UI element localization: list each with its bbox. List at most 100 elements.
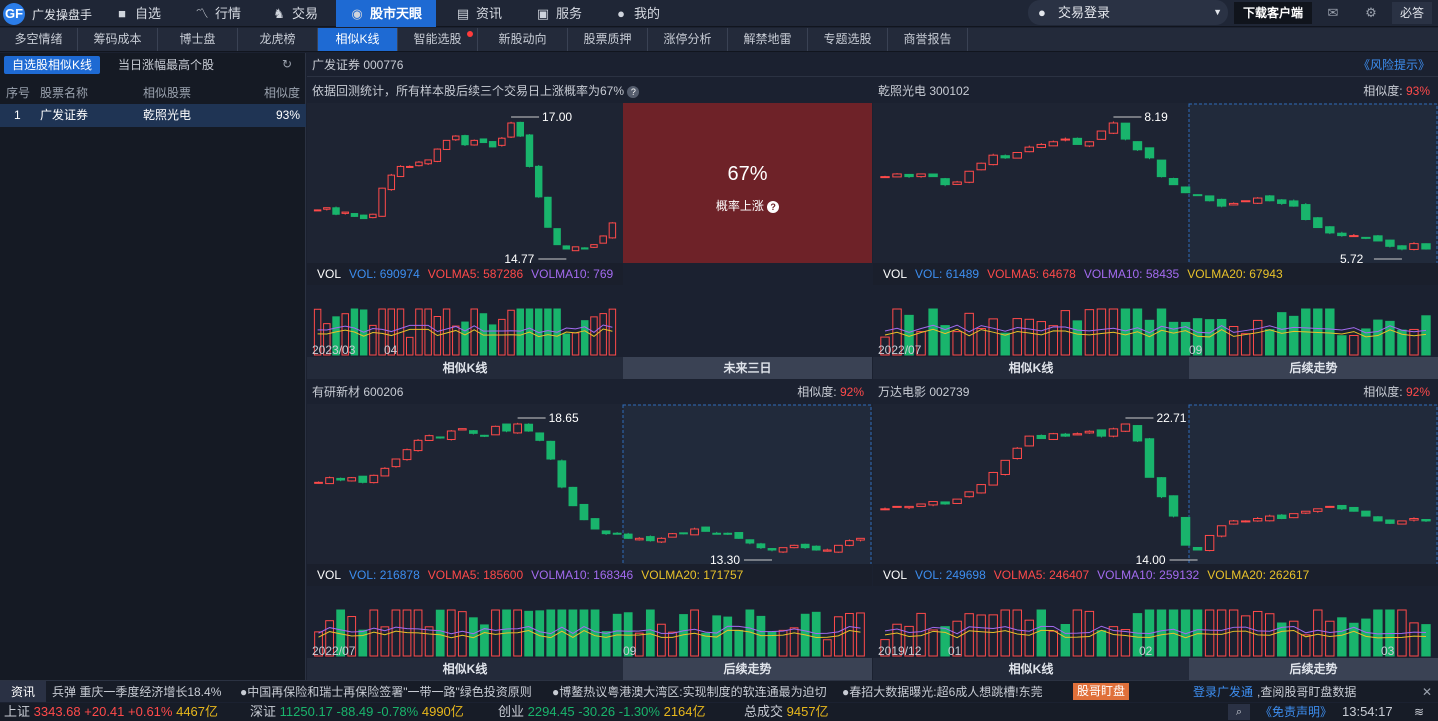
volume-bar xyxy=(856,612,865,657)
panel-footer: 相似K线 后续走势 xyxy=(873,658,1438,680)
volume-bar xyxy=(608,308,617,356)
candle-body xyxy=(1361,236,1371,239)
stock-watch-badge[interactable]: 股哥盯盘 xyxy=(1073,683,1130,700)
candle-body xyxy=(657,537,666,543)
candle-body xyxy=(468,430,478,434)
x-label: 2023/03 xyxy=(312,343,356,357)
footer-after[interactable]: 后续走势 xyxy=(1189,357,1438,379)
x-label: 2022/07 xyxy=(878,343,922,357)
volume-bar xyxy=(1048,630,1059,657)
candle-body xyxy=(904,505,914,509)
top-bar: GF 广发操盘手 ■ 自选 〽行情 ♞ 交易 ◉ 股市天眼 ▤ 资讯 ▣ 服务 ● 我的 ●… xyxy=(0,0,1438,27)
tab-zhiya[interactable]: 股票质押 xyxy=(568,28,648,51)
volume-bar xyxy=(562,333,571,356)
nav-zixuan[interactable]: ■ 自选 xyxy=(115,0,185,27)
nav-zixun[interactable]: ▤ 资讯 xyxy=(456,0,526,27)
news-item[interactable]: 兵弹 重庆一季度经济增长18.4% xyxy=(52,681,221,703)
candle-body xyxy=(856,537,865,541)
candle-body xyxy=(498,137,506,146)
candle-body xyxy=(1277,514,1287,520)
panel-similar-1: 乾照光电 300102 相似度: 93% 8.19 5.72 VOL VOL: 61… xyxy=(873,79,1438,379)
volume-bar xyxy=(488,324,497,356)
candle-body xyxy=(1252,518,1263,522)
candle-body xyxy=(1048,141,1059,147)
candle-body xyxy=(457,428,467,431)
index-sz[interactable]: 深证 11250.17 -88.49 -0.78% 4990亿 xyxy=(250,703,464,721)
footer-similar[interactable]: 相似K线 xyxy=(873,357,1189,379)
footer-similar[interactable]: 相似K线 xyxy=(307,658,623,680)
candle-body xyxy=(581,247,589,250)
candle-body xyxy=(1120,122,1131,140)
kline-chart: 22.7114.00 xyxy=(873,404,1438,658)
news-item[interactable]: ●中国再保险和瑞士再保险签署"一带一路"绿色投资原则 xyxy=(240,681,532,703)
footer-after[interactable]: 后续走势 xyxy=(1189,658,1438,680)
close-icon[interactable]: ✕ xyxy=(1422,681,1432,703)
tab-xingu[interactable]: 新股动向 xyxy=(478,28,568,51)
volume-bar xyxy=(634,632,644,657)
candle-body xyxy=(601,530,611,535)
candle-body xyxy=(767,548,777,551)
tab-boshipan[interactable]: 博士盘 xyxy=(158,28,238,51)
nav-fuwu[interactable]: ▣ 服务 xyxy=(536,0,606,27)
table-row[interactable]: 1 广发证券 乾照光电 93% xyxy=(0,104,306,127)
mail-icon[interactable]: ✉ xyxy=(1322,3,1344,23)
disclaimer-link[interactable]: 《免责声明》 xyxy=(1260,703,1332,721)
news-item[interactable]: ●博鳌热议粤港澳大湾区:实现制度的软连通最为迫切 xyxy=(552,681,827,703)
candle-body xyxy=(502,423,511,432)
tab-zhuanti[interactable]: 专题选股 xyxy=(808,28,888,51)
help-icon[interactable]: ? xyxy=(767,201,780,213)
candle-body xyxy=(1421,243,1431,250)
nav-hangqing[interactable]: 〽行情 xyxy=(195,0,265,27)
footer-future[interactable]: 未来三日 xyxy=(623,357,872,379)
tab-longhubang[interactable]: 龙虎榜 xyxy=(238,28,318,51)
candle-body xyxy=(534,165,543,198)
volume-bar xyxy=(507,309,515,356)
volume-bar xyxy=(1204,609,1215,657)
candle-body xyxy=(723,532,733,535)
tab-chouma[interactable]: 筹码成本 xyxy=(78,28,158,51)
refresh-icon[interactable]: ↻ xyxy=(282,57,292,71)
tab-zixuan-similar[interactable]: 自选股相似K线 xyxy=(4,56,101,74)
new-badge-dot xyxy=(467,31,473,37)
index-cy[interactable]: 创业 2294.45 -30.26 -1.30% 2164亿 xyxy=(498,703,706,721)
volume-bar xyxy=(964,613,974,657)
candle-body xyxy=(1120,423,1131,432)
probability-box: 67% 概率上涨 ? xyxy=(623,103,872,263)
nav-wode[interactable]: ● 我的 xyxy=(614,0,684,27)
risk-link[interactable]: 《风险提示》 xyxy=(1358,53,1430,77)
search-icon[interactable]: ⌕ xyxy=(1228,704,1250,720)
tab-shangyu[interactable]: 商誉报告 xyxy=(888,28,968,51)
candle-body xyxy=(402,449,412,461)
nav-tianyan[interactable]: ◉ 股市天眼 xyxy=(336,0,436,27)
tab-zhineng[interactable]: 智能选股 xyxy=(398,28,478,51)
must-answer-button[interactable]: 必答 xyxy=(1392,2,1432,24)
login-link[interactable]: 登录广发通 xyxy=(1193,681,1253,703)
index-sh[interactable]: 上证 3343.68 +20.41 +0.61% 4467亿 xyxy=(4,703,218,721)
footer-similar[interactable]: 相似K线 xyxy=(873,658,1189,680)
news-icon: ▤ xyxy=(456,6,470,21)
candle-body xyxy=(1385,239,1395,247)
candle-body xyxy=(380,467,390,477)
help-icon[interactable]: ? xyxy=(627,86,640,98)
candle-body xyxy=(391,458,401,468)
tab-xiangsi-kline[interactable]: 相似K线 xyxy=(318,28,398,51)
download-client-button[interactable]: 下载客户端 xyxy=(1234,2,1312,24)
footer-after[interactable]: 后续走势 xyxy=(623,658,872,680)
news-item[interactable]: ●春招大数据曝光:超6成人想跳槽!东莞 xyxy=(842,681,1072,703)
nav-jiaoyi[interactable]: ♞ 交易 xyxy=(272,0,342,27)
volume-bar xyxy=(358,629,368,657)
volume-bar xyxy=(1048,325,1059,356)
tab-zhangting[interactable]: 涨停分析 xyxy=(648,28,728,51)
volume-bar xyxy=(1084,610,1095,657)
candle-body xyxy=(1240,200,1251,203)
candle-body xyxy=(940,501,950,505)
candle-body xyxy=(1000,155,1010,159)
trade-login-dropdown[interactable]: ● 交易登录 ▼ xyxy=(1028,0,1228,25)
vol-legend: VOL VOL: 61489 VOLMA5: 64678 VOLMA10: 58435… xyxy=(873,263,1438,285)
candle-body xyxy=(904,173,914,178)
tab-top-gainers[interactable]: 当日涨幅最高个股 xyxy=(110,56,222,74)
footer-similar[interactable]: 相似K线 xyxy=(307,357,623,379)
tab-jiejin[interactable]: 解禁地雷 xyxy=(728,28,808,51)
gear-icon[interactable]: ⚙ xyxy=(1360,3,1382,23)
tab-duokong[interactable]: 多空情绪 xyxy=(0,28,78,51)
